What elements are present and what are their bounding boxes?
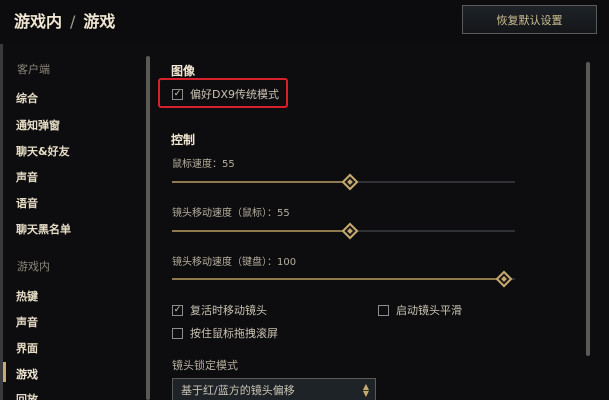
camera-mouse-speed-slider[interactable] — [172, 222, 515, 240]
restore-defaults-button[interactable]: 恢复默认设置 — [462, 5, 597, 34]
sidebar-item-replay[interactable]: 回放 — [16, 391, 38, 400]
smooth-camera-label: 启动镜头平滑 — [396, 304, 462, 317]
camera-lock-mode-title: 镜头锁定模式 — [172, 359, 238, 372]
section-title-graphics: 图像 — [171, 64, 196, 78]
drag-scroll-checkbox[interactable] — [172, 327, 183, 339]
slider-fill — [172, 230, 350, 232]
smooth-camera-checkbox-row[interactable]: 启动镜头平滑 — [378, 302, 462, 318]
sidebar: 客户端 综合 通知弹窗 聊天&好友 声音 语音 聊天黑名单 游戏内 热键 声音 … — [3, 44, 143, 400]
sidebar-group-client: 客户端 — [17, 63, 50, 76]
check-icon: ✓ — [173, 304, 182, 315]
sidebar-item-chat-friends[interactable]: 聊天&好友 — [16, 143, 70, 159]
sidebar-scrollbar[interactable] — [146, 56, 150, 400]
highlight-annotation — [158, 78, 288, 108]
camera-keyboard-speed-label: 镜头移动速度（键盘）：100 — [172, 257, 297, 268]
camera-lock-mode-value: 基于红/蓝方的镜头偏移 — [181, 384, 295, 397]
slider-fill — [172, 181, 350, 183]
smooth-camera-checkbox[interactable] — [378, 304, 389, 316]
mouse-speed-label: 鼠标速度：55 — [172, 159, 235, 170]
sidebar-item-notifications[interactable]: 通知弹窗 — [16, 117, 60, 133]
sidebar-group-ingame: 游戏内 — [17, 260, 50, 273]
sidebar-item-game[interactable]: 游戏 — [3, 362, 38, 382]
respawn-camera-checkbox[interactable]: ✓ — [172, 304, 183, 316]
up-down-arrows-icon: ▲ ▼ — [362, 382, 369, 398]
breadcrumb-separator: / — [70, 12, 76, 31]
sidebar-item-sound[interactable]: 声音 — [16, 169, 38, 185]
camera-keyboard-speed-slider[interactable] — [172, 270, 515, 288]
mouse-speed-slider[interactable] — [172, 173, 515, 191]
breadcrumb: 游戏内 / 游戏 — [14, 8, 115, 32]
diamond-thumb-icon[interactable] — [341, 222, 359, 240]
sidebar-item-ingame-sound[interactable]: 声音 — [16, 314, 38, 330]
content-scrollbar[interactable] — [586, 62, 590, 356]
sidebar-item-chat-blacklist[interactable]: 聊天黑名单 — [16, 221, 71, 237]
slider-fill — [172, 278, 504, 280]
sidebar-item-voice[interactable]: 语音 — [16, 195, 38, 211]
respawn-camera-label: 复活时移动镜头 — [190, 304, 267, 317]
sidebar-item-hotkeys[interactable]: 热键 — [16, 288, 38, 304]
diamond-thumb-icon[interactable] — [495, 270, 513, 288]
sidebar-item-interface[interactable]: 界面 — [16, 340, 38, 356]
diamond-thumb-icon[interactable] — [341, 173, 359, 191]
top-bar: 游戏内 / 游戏 恢复默认设置 — [0, 0, 609, 44]
camera-mouse-speed-label: 镜头移动速度（鼠标）：55 — [172, 208, 290, 219]
drag-scroll-label: 按住鼠标拖拽滚屏 — [190, 327, 278, 340]
breadcrumb-parent[interactable]: 游戏内 — [14, 12, 62, 31]
sidebar-item-general[interactable]: 综合 — [16, 90, 38, 106]
respawn-camera-checkbox-row[interactable]: ✓ 复活时移动镜头 — [172, 302, 267, 318]
camera-lock-mode-dropdown[interactable]: 基于红/蓝方的镜头偏移 ▲ ▼ — [172, 378, 376, 400]
breadcrumb-current: 游戏 — [83, 12, 116, 31]
section-title-controls: 控制 — [171, 133, 196, 147]
drag-scroll-checkbox-row[interactable]: 按住鼠标拖拽滚屏 — [172, 325, 278, 341]
